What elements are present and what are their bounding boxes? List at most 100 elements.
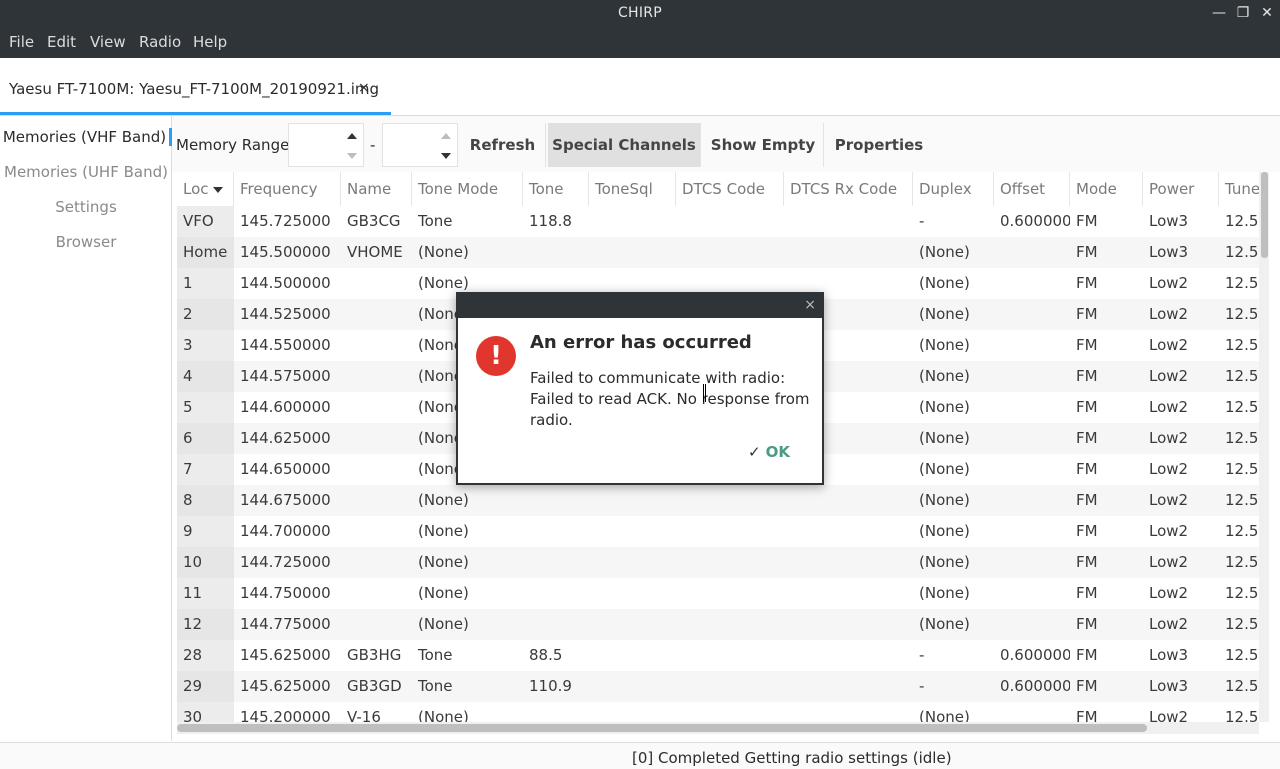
cell-tune[interactable]: 12.5 (1219, 485, 1259, 516)
cell-loc[interactable]: 30 (177, 702, 234, 722)
cell-frequency[interactable]: 144.625000 (234, 423, 341, 454)
cell-duplex[interactable]: (None) (913, 268, 994, 299)
cell-dtcs-code[interactable] (676, 485, 784, 516)
cell-tonesql[interactable] (589, 206, 676, 237)
cell-name[interactable] (341, 330, 412, 361)
dialog-close-icon[interactable]: × (804, 297, 816, 313)
cell-loc[interactable]: 11 (177, 578, 234, 609)
cell-mode[interactable]: FM (1070, 423, 1143, 454)
special-channels-button[interactable]: Special Channels (548, 123, 701, 167)
column-header-frequency[interactable]: Frequency (234, 172, 341, 206)
column-header-name[interactable]: Name (341, 172, 412, 206)
cell-loc[interactable]: 4 (177, 361, 234, 392)
cell-loc[interactable]: 29 (177, 671, 234, 702)
scrollbar-thumb[interactable] (177, 724, 1147, 732)
cell-loc[interactable]: Home (177, 237, 234, 268)
scrollbar-thumb[interactable] (1261, 172, 1268, 258)
nav-memories-uhf[interactable]: Memories (UHF Band) (0, 163, 172, 181)
cell-dtcs-rx-code[interactable] (784, 516, 913, 547)
cell-frequency[interactable]: 144.525000 (234, 299, 341, 330)
cell-tune[interactable]: 12.5 (1219, 361, 1259, 392)
cell-tune[interactable]: 12.5 (1219, 547, 1259, 578)
cell-offset[interactable] (994, 547, 1070, 578)
nav-browser[interactable]: Browser (0, 233, 172, 251)
cell-tone-mode[interactable]: Tone (412, 671, 523, 702)
vertical-scrollbar[interactable] (1259, 172, 1269, 722)
cell-power[interactable]: Low2 (1143, 268, 1219, 299)
cell-tune[interactable]: 12.5 (1219, 640, 1259, 671)
cell-power[interactable]: Low2 (1143, 392, 1219, 423)
cell-loc[interactable]: 5 (177, 392, 234, 423)
cell-frequency[interactable]: 144.550000 (234, 330, 341, 361)
cell-tone[interactable] (523, 485, 589, 516)
cell-frequency[interactable]: 144.700000 (234, 516, 341, 547)
cell-power[interactable]: Low2 (1143, 578, 1219, 609)
cell-name[interactable] (341, 268, 412, 299)
cell-tone[interactable]: 88.5 (523, 640, 589, 671)
cell-power[interactable]: Low2 (1143, 516, 1219, 547)
cell-tonesql[interactable] (589, 547, 676, 578)
cell-dtcs-code[interactable] (676, 206, 784, 237)
cell-dtcs-code[interactable] (676, 578, 784, 609)
table-row[interactable]: 11 144.750000 (None) (None) FM Low2 12.5 (177, 578, 1259, 609)
cell-offset[interactable] (994, 237, 1070, 268)
cell-tonesql[interactable] (589, 516, 676, 547)
cell-tune[interactable]: 12.5 (1219, 299, 1259, 330)
cell-frequency[interactable]: 145.500000 (234, 237, 341, 268)
cell-duplex[interactable]: (None) (913, 547, 994, 578)
cell-tone[interactable]: 118.8 (523, 206, 589, 237)
table-row[interactable]: 8 144.675000 (None) (None) FM Low2 12.5 (177, 485, 1259, 516)
show-empty-button[interactable]: Show Empty (703, 123, 824, 167)
cell-tonesql[interactable] (589, 578, 676, 609)
cell-name[interactable]: GB3GD (341, 671, 412, 702)
cell-name[interactable]: GB3HG (341, 640, 412, 671)
cell-mode[interactable]: FM (1070, 547, 1143, 578)
cell-mode[interactable]: FM (1070, 454, 1143, 485)
cell-tone-mode[interactable]: (None) (412, 516, 523, 547)
column-header-dtcs-code[interactable]: DTCS Code (676, 172, 784, 206)
cell-loc[interactable]: 2 (177, 299, 234, 330)
cell-name[interactable] (341, 609, 412, 640)
cell-mode[interactable]: FM (1070, 268, 1143, 299)
menu-edit[interactable]: Edit (47, 33, 76, 51)
cell-loc[interactable]: 12 (177, 609, 234, 640)
tab-close-icon[interactable]: × (358, 80, 370, 96)
properties-button[interactable]: Properties (826, 123, 932, 167)
cell-duplex[interactable]: (None) (913, 299, 994, 330)
cell-tune[interactable]: 12.5 (1219, 330, 1259, 361)
cell-mode[interactable]: FM (1070, 609, 1143, 640)
cell-frequency[interactable]: 144.775000 (234, 609, 341, 640)
cell-name[interactable] (341, 423, 412, 454)
cell-power[interactable]: Low2 (1143, 609, 1219, 640)
cell-tune[interactable]: 12.5 (1219, 392, 1259, 423)
cell-duplex[interactable]: (None) (913, 237, 994, 268)
cell-power[interactable]: Low2 (1143, 361, 1219, 392)
cell-power[interactable]: Low2 (1143, 423, 1219, 454)
cell-offset[interactable]: 0.600000 (994, 671, 1070, 702)
horizontal-scrollbar[interactable] (177, 722, 1259, 734)
cell-power[interactable]: Low2 (1143, 485, 1219, 516)
cell-tone-mode[interactable]: (None) (412, 609, 523, 640)
cell-tune[interactable]: 12.5 (1219, 609, 1259, 640)
cell-dtcs-code[interactable] (676, 547, 784, 578)
cell-tune[interactable]: 12.5 (1219, 454, 1259, 485)
cell-dtcs-rx-code[interactable] (784, 485, 913, 516)
cell-name[interactable] (341, 547, 412, 578)
cell-tone[interactable]: 110.9 (523, 671, 589, 702)
cell-offset[interactable] (994, 609, 1070, 640)
cell-dtcs-rx-code[interactable] (784, 578, 913, 609)
cell-name[interactable] (341, 485, 412, 516)
cell-loc[interactable]: 9 (177, 516, 234, 547)
cell-dtcs-code[interactable] (676, 516, 784, 547)
cell-duplex[interactable]: (None) (913, 361, 994, 392)
cell-name[interactable] (341, 392, 412, 423)
cell-offset[interactable]: 0.600000 (994, 640, 1070, 671)
cell-loc[interactable]: VFO (177, 206, 234, 237)
cell-loc[interactable]: 10 (177, 547, 234, 578)
cell-duplex[interactable]: (None) (913, 330, 994, 361)
cell-power[interactable]: Low3 (1143, 640, 1219, 671)
ok-button[interactable]: ✓ OK (748, 443, 790, 461)
cell-mode[interactable]: FM (1070, 361, 1143, 392)
cell-loc[interactable]: 7 (177, 454, 234, 485)
cell-duplex[interactable]: (None) (913, 609, 994, 640)
